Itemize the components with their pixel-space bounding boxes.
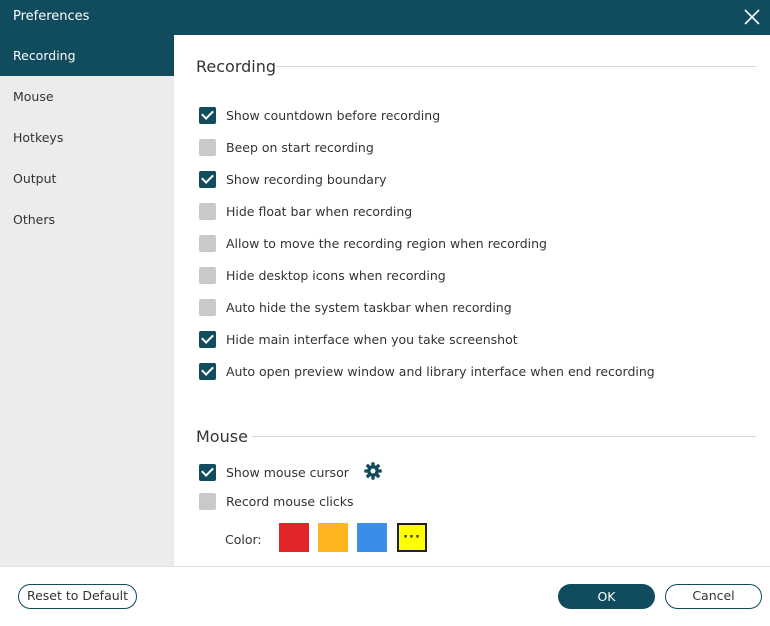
option-label: Hide main interface when you take screen… [226,331,518,347]
option-show-countdown[interactable]: Show countdown before recording [199,105,440,125]
more-colors-icon: ··· [403,530,421,545]
option-hide-float-bar[interactable]: Hide float bar when recording [199,201,412,221]
checkbox[interactable] [199,266,216,284]
checkbox[interactable] [199,463,216,481]
section-divider [252,436,756,437]
option-auto-open-preview[interactable]: Auto open preview window and library int… [199,361,655,381]
option-label: Show mouse cursor [226,464,349,480]
checkbox[interactable] [199,138,216,156]
section-title-mouse: Mouse [196,427,248,446]
color-swatch-red[interactable] [279,523,309,552]
checkbox[interactable] [199,170,216,188]
checkbox[interactable] [199,362,216,380]
option-show-boundary[interactable]: Show recording boundary [199,169,387,189]
sidebar-item-hotkeys[interactable]: Hotkeys [0,117,174,158]
title-bar: Preferences [0,0,770,35]
option-hide-main-interface[interactable]: Hide main interface when you take screen… [199,329,518,349]
option-label: Auto open preview window and library int… [226,363,655,379]
close-icon[interactable] [740,5,764,29]
color-swatch-blue[interactable] [357,523,387,552]
option-label: Show recording boundary [226,171,387,187]
checkbox[interactable] [199,298,216,316]
option-label: Hide desktop icons when recording [226,267,446,283]
color-label: Color: [225,532,262,547]
cancel-button[interactable]: Cancel [665,584,762,609]
option-show-mouse-cursor[interactable]: Show mouse cursor [199,462,349,482]
reset-to-default-button[interactable]: Reset to Default [18,584,137,609]
sidebar-item-recording[interactable]: Recording [0,35,174,76]
sidebar-item-others[interactable]: Others [0,199,174,240]
window-title: Preferences [13,9,90,24]
section-divider [276,66,756,67]
option-label: Show countdown before recording [226,107,441,123]
option-allow-move-region[interactable]: Allow to move the recording region when … [199,233,547,253]
footer: Reset to Default OK Cancel [0,566,770,626]
checkbox[interactable] [199,234,216,252]
option-beep-on-start[interactable]: Beep on start recording [199,137,374,157]
color-swatch-custom[interactable]: ··· [397,523,427,552]
sidebar-item-output[interactable]: Output [0,158,174,199]
option-label: Record mouse clicks [226,493,354,509]
option-label: Allow to move the recording region when … [226,235,547,251]
option-hide-desktop-icons[interactable]: Hide desktop icons when recording [199,265,446,285]
settings-panel: Recording Show countdown before recordin… [174,35,770,566]
sidebar: Recording Mouse Hotkeys Output Others [0,35,174,566]
sidebar-item-mouse[interactable]: Mouse [0,76,174,117]
checkbox[interactable] [199,106,216,124]
gear-icon[interactable] [363,461,383,481]
option-auto-hide-taskbar[interactable]: Auto hide the system taskbar when record… [199,297,512,317]
ok-button[interactable]: OK [558,584,655,609]
option-record-mouse-clicks[interactable]: Record mouse clicks [199,491,354,511]
option-label: Beep on start recording [226,139,374,155]
option-label: Hide float bar when recording [226,203,413,219]
checkbox[interactable] [199,492,216,510]
checkbox[interactable] [199,330,216,348]
color-swatch-orange[interactable] [318,523,348,552]
section-title-recording: Recording [196,57,277,76]
checkbox[interactable] [199,202,216,220]
option-label: Auto hide the system taskbar when record… [226,299,512,315]
